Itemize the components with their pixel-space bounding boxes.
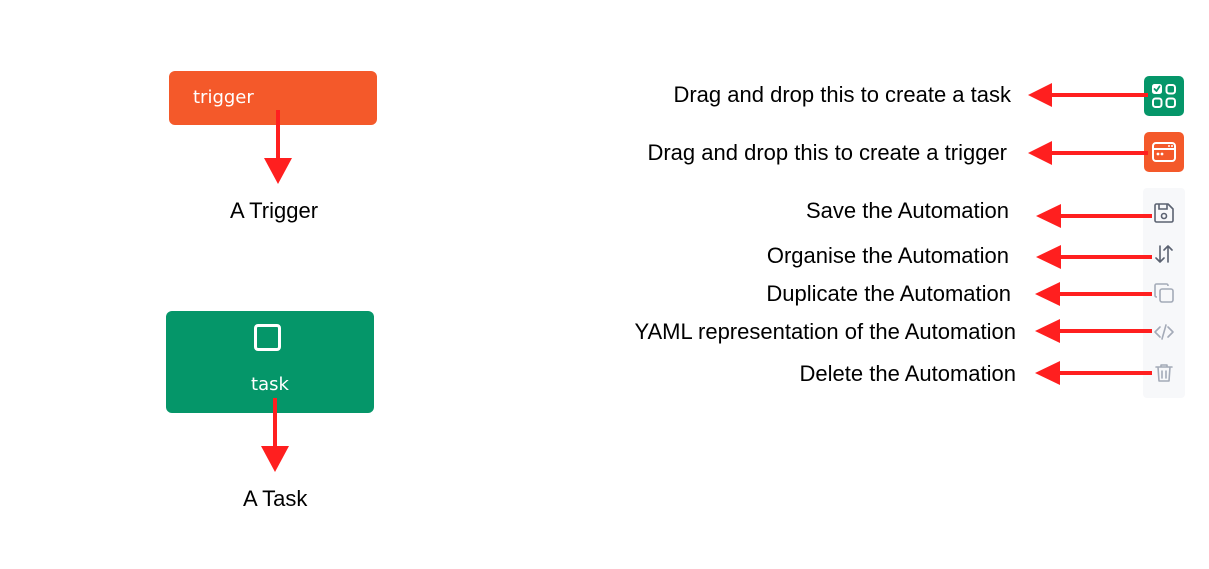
annotation-arrows (261, 83, 1152, 472)
task-arrowhead (261, 446, 289, 472)
trigger-arrowhead (264, 158, 292, 184)
